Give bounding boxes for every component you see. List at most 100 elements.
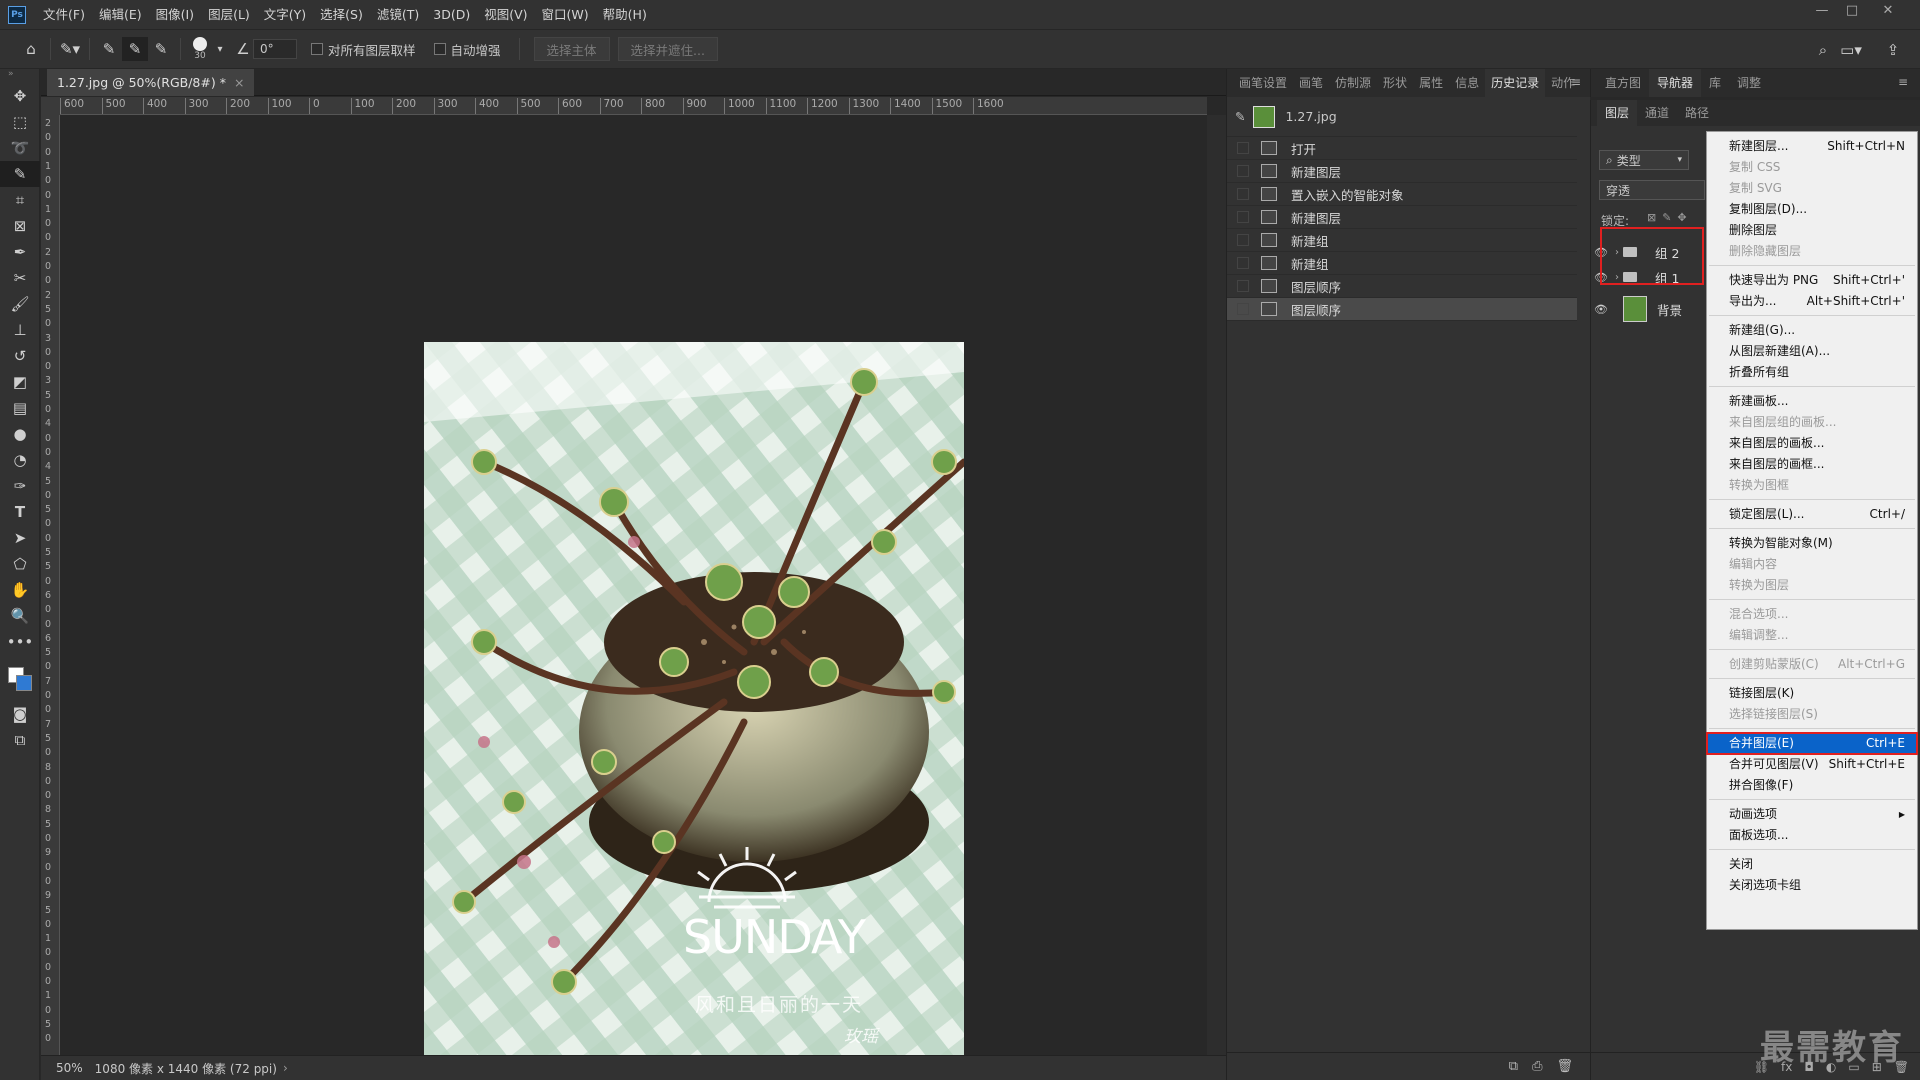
document-tab[interactable]: 1.27.jpg @ 50%(RGB/8#) * ×: [47, 69, 255, 96]
history-tab[interactable]: 信息: [1449, 69, 1485, 97]
new-document-from-state-icon[interactable]: ⧉: [1509, 1059, 1518, 1074]
shape-tool-icon[interactable]: ⬠: [0, 551, 40, 577]
history-checkbox[interactable]: [1237, 280, 1249, 292]
share-icon[interactable]: ⇪: [1880, 38, 1906, 62]
panel-menu-icon[interactable]: ≡: [1571, 75, 1581, 89]
panel-menu-icon[interactable]: ≡: [1898, 75, 1908, 89]
context-menu-item[interactable]: 链接图层(K): [1707, 683, 1917, 704]
close-window-icon[interactable]: ✕: [1874, 0, 1902, 22]
marquee-tool-icon[interactable]: ⬚: [0, 109, 40, 135]
context-menu-item[interactable]: 删除图层: [1707, 220, 1917, 241]
pen-tool-icon[interactable]: ✑: [0, 473, 40, 499]
search-icon[interactable]: ⌕: [1810, 38, 1836, 62]
menu-item[interactable]: 滤镜(T): [370, 0, 426, 29]
history-step[interactable]: 新建组: [1227, 229, 1577, 252]
horizontal-ruler[interactable]: 600 500 400 300 200 100 0 100 200 300 400 500 600 700…: [60, 97, 1207, 115]
context-menu-item[interactable]: 新建图层... Shift+Ctrl+N: [1707, 136, 1917, 157]
menu-item[interactable]: 文字(Y): [257, 0, 313, 29]
menu-item[interactable]: 视图(V): [477, 0, 534, 29]
context-menu-item[interactable]: 关闭: [1707, 854, 1917, 875]
history-snapshot[interactable]: ✎ 1.27.jpg: [1227, 97, 1577, 137]
history-checkbox[interactable]: [1237, 257, 1249, 269]
merge-layers-menu-item[interactable]: 合并图层(E) Ctrl+E: [1706, 732, 1918, 755]
context-menu-item[interactable]: 折叠所有组: [1707, 362, 1917, 383]
context-menu-item[interactable]: 面板选项...: [1707, 825, 1917, 846]
context-menu-item[interactable]: 拼合图像(F): [1707, 775, 1917, 796]
vertical-ruler[interactable]: 2 0 0 1 0 0 1 0 0 2 0 0 2 5 0 3 0 0 3 5 0 4 0 0 4 5 0 5 0 0 5 5 0 6 0 0 6 5 0 7…: [41, 115, 60, 1055]
eye-icon[interactable]: 👁: [1591, 303, 1611, 316]
path-selection-tool-icon[interactable]: ➤: [0, 525, 40, 551]
chevron-down-icon[interactable]: ▾: [213, 37, 227, 61]
angle-input[interactable]: 0°: [253, 39, 297, 59]
history-step[interactable]: 新建图层: [1227, 160, 1577, 183]
brush-size-picker[interactable]: 30: [187, 37, 213, 61]
quick-selection-preset-icon[interactable]: ✎▾: [57, 37, 83, 61]
history-brush-tool-icon[interactable]: ↺: [0, 343, 40, 369]
trash-icon[interactable]: 🗑: [1556, 1059, 1573, 1074]
vertical-scrollbar[interactable]: [1207, 115, 1226, 1055]
maximize-icon[interactable]: □: [1838, 0, 1866, 22]
select-and-mask-button[interactable]: 选择并遮住...: [617, 37, 718, 61]
navigator-tab[interactable]: 调整: [1729, 69, 1769, 97]
context-menu-item[interactable]: 导出为... Alt+Shift+Ctrl+': [1707, 291, 1917, 312]
history-checkbox[interactable]: [1237, 188, 1249, 200]
screen-mode-icon[interactable]: ⧉: [0, 727, 40, 753]
layer-background[interactable]: 👁 背景: [1591, 294, 1711, 324]
frame-tool-icon[interactable]: ⊠: [0, 213, 40, 239]
context-menu-item[interactable]: 关闭选项卡组: [1707, 875, 1917, 896]
history-tab[interactable]: 画笔设置: [1233, 69, 1293, 97]
layers-tab[interactable]: 路径: [1677, 100, 1717, 126]
zoom-tool-icon[interactable]: 🔍: [0, 603, 40, 629]
document-image[interactable]: SUNDAY 风和且日丽的一天 玫瑶: [424, 342, 964, 1062]
color-swatches[interactable]: [0, 655, 39, 701]
workspace-icon[interactable]: ▭▾: [1838, 38, 1864, 62]
history-step[interactable]: 新建图层: [1227, 206, 1577, 229]
subtract-selection-icon[interactable]: ✎: [148, 37, 174, 61]
dodge-tool-icon[interactable]: ◔: [0, 447, 40, 473]
navigator-tab[interactable]: 库: [1701, 69, 1729, 97]
new-selection-icon[interactable]: ✎: [96, 37, 122, 61]
auto-enhance-checkbox[interactable]: 自动增强: [433, 40, 501, 59]
menu-item[interactable]: 编辑(E): [92, 0, 149, 29]
eyedropper-tool-icon[interactable]: ✒: [0, 239, 40, 265]
history-tab[interactable]: 属性: [1413, 69, 1449, 97]
layer-filter-select[interactable]: ⌕ 类型 ▾: [1599, 150, 1689, 170]
canvas-area[interactable]: SUNDAY 风和且日丽的一天 玫瑶: [60, 115, 1207, 1062]
quick-selection-tool-icon[interactable]: ✎: [0, 161, 40, 187]
clone-stamp-tool-icon[interactable]: ⊥: [0, 317, 40, 343]
history-step[interactable]: 图层顺序: [1227, 275, 1577, 298]
context-menu-item[interactable]: 新建组(G)...: [1707, 320, 1917, 341]
minimize-icon[interactable]: —: [1808, 0, 1836, 22]
layers-tab[interactable]: 图层: [1597, 100, 1638, 126]
context-menu-item[interactable]: 新建画板...: [1707, 391, 1917, 412]
type-tool-icon[interactable]: T: [0, 499, 40, 525]
gradient-tool-icon[interactable]: ▤: [0, 395, 40, 421]
history-step[interactable]: 打开: [1227, 137, 1577, 160]
zoom-level[interactable]: 50%: [56, 1061, 83, 1075]
context-menu-item[interactable]: 锁定图层(L)... Ctrl+/: [1707, 504, 1917, 525]
select-subject-button[interactable]: 选择主体: [533, 37, 610, 61]
menu-item[interactable]: 图层(L): [201, 0, 257, 29]
brush-tool-icon[interactable]: 🖌: [0, 291, 40, 317]
hand-tool-icon[interactable]: ✋: [0, 577, 40, 603]
menu-item[interactable]: 文件(F): [36, 0, 92, 29]
collapse-icon[interactable]: »: [0, 69, 39, 83]
blur-tool-icon[interactable]: ●: [0, 421, 40, 447]
history-tab[interactable]: 形状: [1377, 69, 1413, 97]
context-menu-item[interactable]: 来自图层的画框...: [1707, 454, 1917, 475]
close-tab-icon[interactable]: ×: [234, 75, 244, 90]
eraser-tool-icon[interactable]: ◩: [0, 369, 40, 395]
menu-item[interactable]: 图像(I): [149, 0, 201, 29]
blend-mode-select[interactable]: 穿透: [1599, 180, 1705, 200]
navigator-tab[interactable]: 导航器: [1649, 69, 1702, 97]
move-tool-icon[interactable]: ✥: [0, 83, 40, 109]
ruler-origin[interactable]: [41, 97, 60, 115]
history-tab[interactable]: 历史记录: [1485, 69, 1546, 97]
healing-brush-tool-icon[interactable]: ✂: [0, 265, 40, 291]
history-checkbox[interactable]: [1237, 211, 1249, 223]
sample-all-layers-checkbox[interactable]: 对所有图层取样: [311, 40, 416, 59]
lock-icons[interactable]: ⊠✎✥: [1647, 211, 1693, 224]
navigator-tab[interactable]: 直方图: [1597, 69, 1649, 97]
context-menu-item[interactable]: 转换为智能对象(M): [1707, 533, 1917, 554]
history-step[interactable]: 置入嵌入的智能对象: [1227, 183, 1577, 206]
